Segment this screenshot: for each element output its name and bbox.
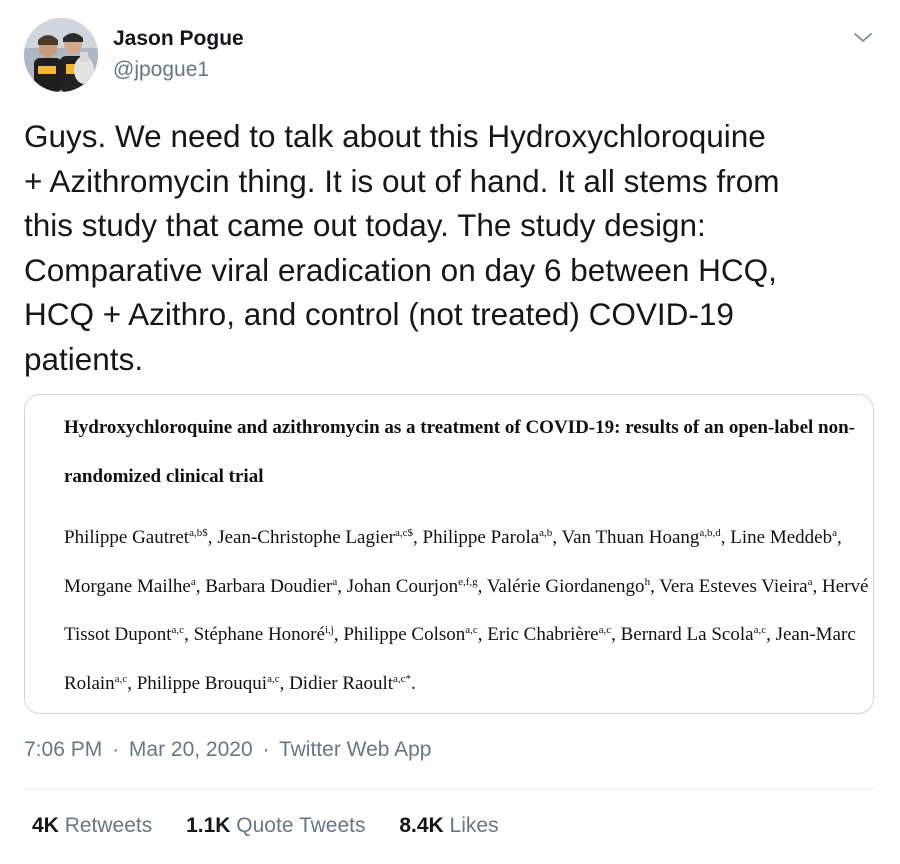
paper-author: Vera Esteves Vieiraa xyxy=(659,576,812,597)
paper-author-name: Van Thuan Hoang xyxy=(561,527,700,548)
paper-author-name: Vera Esteves Vieira xyxy=(659,575,808,597)
paper-author-name: Barbara Doudier xyxy=(205,575,333,597)
paper-author: Morgane Mailhea xyxy=(64,576,196,597)
tweet-media-image[interactable]: Hydroxychloroquine and azithromycin as a… xyxy=(24,394,874,714)
paper-author-affiliation: a,c xyxy=(267,672,280,685)
paper-author: Jean-Christophe Lagiera,c$ xyxy=(217,527,413,548)
paper-author-affiliation: a,c xyxy=(598,624,612,636)
paper-author-name: Jean-Christophe Lagier xyxy=(217,527,396,548)
paper-author: Johan Courjone,f,g xyxy=(347,576,478,597)
paper-author-name: Philippe Gautret xyxy=(64,527,190,548)
tweet-stats: 4K Retweets 1.1K Quote Tweets 8.4K Likes xyxy=(32,814,527,838)
likes-count: 8.4K xyxy=(399,814,444,837)
paper-author-name: Valérie Giordanengo xyxy=(486,575,645,597)
tweet-time[interactable]: 7:06 PM xyxy=(24,738,102,761)
paper-author: Valérie Giordanengoh xyxy=(487,576,650,597)
author-display-name[interactable]: Jason Pogue xyxy=(113,27,244,51)
paper-author-affiliation: a xyxy=(832,527,837,539)
paper-author-name: Philippe Parola xyxy=(422,527,540,548)
paper-author: Philippe Brouquia,c xyxy=(137,673,280,694)
paper-author: Barbara Doudiera xyxy=(205,576,337,597)
paper-author-name: Didier Raoult xyxy=(289,672,394,694)
paper-author-affiliation: a,c xyxy=(114,672,128,685)
paper-author: Bernard La Scolaa,c xyxy=(621,624,766,645)
paper-author: Philippe Gautreta,b$ xyxy=(64,527,208,548)
paper-author-name: Line Meddeb xyxy=(730,527,833,548)
retweets-label: Retweets xyxy=(64,814,153,837)
paper-author-name: Stéphane Honoré xyxy=(193,624,325,645)
paper-author-affiliation: a,b$ xyxy=(189,527,208,539)
avatar[interactable] xyxy=(24,18,98,92)
paper-authors: Philippe Gautreta,b$, Jean-Christophe La… xyxy=(64,527,869,694)
tweet-date[interactable]: Mar 20, 2020 xyxy=(129,738,253,761)
paper-author-affiliation: a,b,d xyxy=(699,527,721,539)
divider xyxy=(24,788,876,789)
likes-label: Likes xyxy=(449,814,499,837)
paper-author-affiliation: i,j xyxy=(324,624,334,636)
paper-author: Van Thuan Hoanga,b,d xyxy=(561,527,720,548)
paper-author: Didier Raoulta,c* xyxy=(289,673,411,694)
paper-author: Philippe Colsona,c xyxy=(343,624,477,645)
tweet-text: Guys. We need to talk about this Hydroxy… xyxy=(24,118,780,377)
chevron-down-icon[interactable] xyxy=(848,26,878,50)
paper-author-affiliation: a xyxy=(190,575,196,588)
paper-author-affiliation: a,c xyxy=(171,624,185,636)
paper-author-affiliation: a xyxy=(807,575,813,588)
paper-author-affiliation: a,c* xyxy=(393,672,412,685)
paper-author-name: Eric Chabrière xyxy=(487,624,599,645)
likes-stat[interactable]: 8.4K Likes xyxy=(399,814,498,838)
paper-author-name: Philippe Brouqui xyxy=(136,672,268,694)
paper-author-name: Johan Courjon xyxy=(346,575,459,597)
meta-separator: · xyxy=(262,738,270,761)
paper-author: Eric Chabrièrea,c xyxy=(487,624,611,645)
paper-author-affiliation: a xyxy=(332,575,338,588)
paper-author-name: Bernard La Scola xyxy=(620,624,754,645)
author-handle[interactable]: @jpogue1 xyxy=(113,58,209,82)
paper-author-name: Morgane Mailhe xyxy=(64,575,191,597)
retweets-stat[interactable]: 4K Retweets xyxy=(32,814,152,838)
paper-author-affiliation: a,c$ xyxy=(395,527,414,539)
paper-author-name: Philippe Colson xyxy=(343,624,466,645)
paper-author-affiliation: a,b xyxy=(539,527,553,539)
paper-author: Stéphane Honoréi,j xyxy=(194,624,334,645)
meta-separator: · xyxy=(112,738,120,761)
quote-tweets-count: 1.1K xyxy=(186,814,231,837)
paper-author: Philippe Parolaa,b xyxy=(423,527,553,548)
paper-author-affiliation: a,c xyxy=(465,624,478,636)
paper-author-affiliation: a,c xyxy=(753,624,767,636)
paper-title: Hydroxychloroquine and azithromycin as a… xyxy=(64,417,855,487)
retweets-count: 4K xyxy=(32,814,59,837)
paper-author-affiliation: e,f,g xyxy=(458,575,478,588)
quote-tweets-label: Quote Tweets xyxy=(236,814,366,837)
tweet-source[interactable]: Twitter Web App xyxy=(279,738,432,761)
paper-author-affiliation: h xyxy=(644,575,651,588)
tweet-meta: 7:06 PM · Mar 20, 2020 · Twitter Web App xyxy=(24,738,432,762)
paper-author: Line Meddeba xyxy=(730,527,837,548)
tweet: Jason Pogue @jpogue1 Guys. We need to ta… xyxy=(0,0,900,864)
quote-tweets-stat[interactable]: 1.1K Quote Tweets xyxy=(186,814,365,838)
